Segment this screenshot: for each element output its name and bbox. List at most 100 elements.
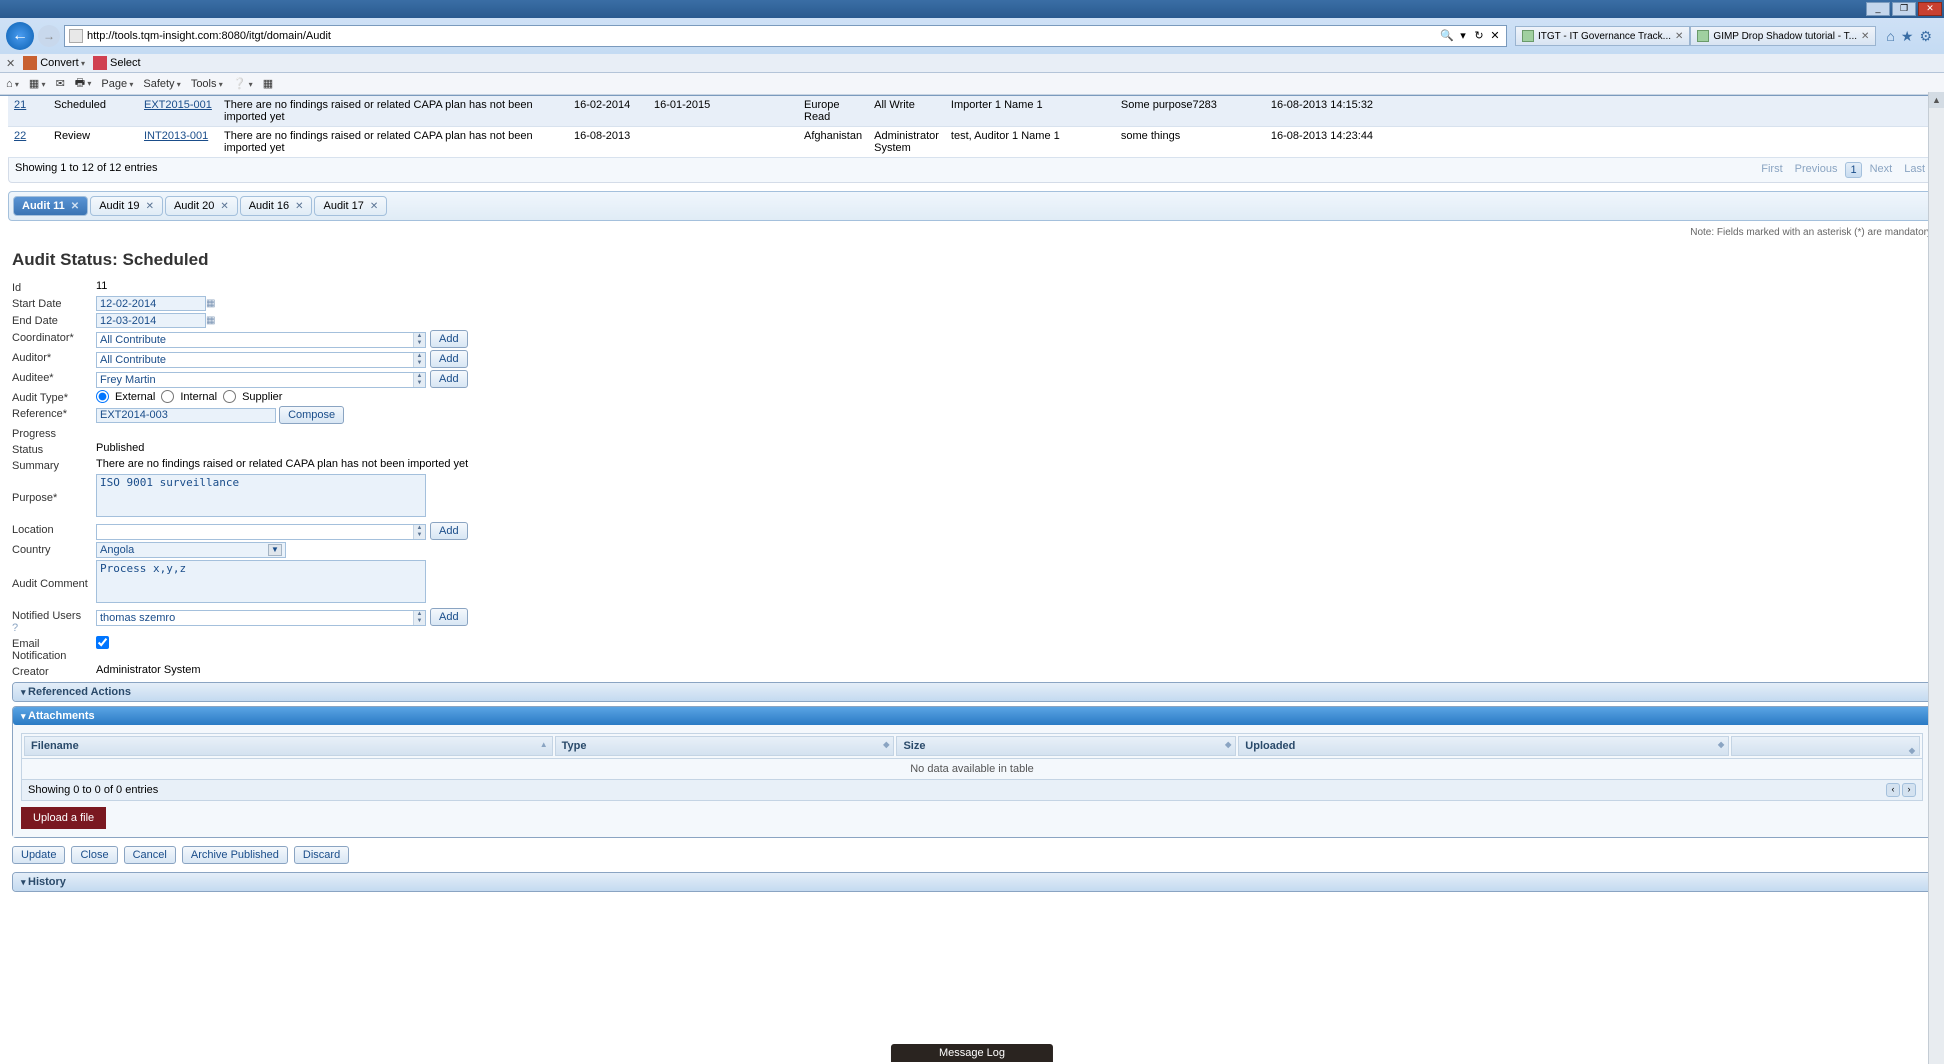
update-button[interactable]: Update bbox=[12, 846, 65, 864]
attachments-footer: Showing 0 to 0 of 0 entries ‹› bbox=[21, 780, 1923, 801]
browser-tab-itgt[interactable]: ITGT - IT Governance Track... ✕ bbox=[1515, 26, 1690, 46]
auditor-add-button[interactable]: Add bbox=[430, 350, 468, 368]
row-ref-link[interactable]: INT2013-001 bbox=[144, 130, 208, 142]
attachments-header[interactable]: Attachments bbox=[13, 707, 1931, 725]
row-role: Administrator System bbox=[868, 127, 945, 158]
pager-current[interactable]: 1 bbox=[1845, 162, 1861, 178]
cancel-button[interactable]: Cancel bbox=[124, 846, 176, 864]
col-uploaded[interactable]: Uploaded◆ bbox=[1238, 736, 1729, 756]
referenced-actions-header[interactable]: Referenced Actions bbox=[13, 683, 1931, 701]
tab-close-icon[interactable]: ✕ bbox=[220, 201, 228, 212]
convert-icon bbox=[23, 56, 37, 70]
col-filename[interactable]: Filename▲ bbox=[24, 736, 553, 756]
tab-close-icon[interactable]: ✕ bbox=[1675, 31, 1683, 42]
auditor-select[interactable]: All Contribute▲▼ bbox=[96, 352, 426, 368]
safety-menu[interactable]: Safety bbox=[143, 78, 180, 90]
window-minimize-button[interactable]: _ bbox=[1866, 2, 1890, 16]
close-button[interactable]: Close bbox=[71, 846, 117, 864]
refresh-icon[interactable]: ↻ bbox=[1472, 29, 1486, 43]
feeds-menu[interactable]: ▦ bbox=[29, 77, 46, 90]
calendar-icon[interactable]: ▦ bbox=[206, 315, 218, 327]
mail-icon[interactable]: ✉ bbox=[56, 77, 65, 90]
pager-last[interactable]: Last bbox=[1900, 162, 1929, 178]
back-button[interactable]: ← bbox=[6, 22, 34, 50]
reference-input[interactable] bbox=[96, 408, 276, 423]
upload-file-button[interactable]: Upload a file bbox=[21, 807, 106, 829]
dev-tools-icon[interactable]: ▦ bbox=[263, 77, 273, 90]
dropdown-icon[interactable]: ▾ bbox=[1456, 29, 1470, 43]
row-id-link[interactable]: 22 bbox=[14, 130, 26, 142]
archive-button[interactable]: Archive Published bbox=[182, 846, 288, 864]
tab-audit-19[interactable]: Audit 19✕ bbox=[90, 196, 163, 216]
tab-audit-20[interactable]: Audit 20✕ bbox=[165, 196, 238, 216]
page-menu[interactable]: Page bbox=[101, 78, 133, 90]
row-ref-link[interactable]: EXT2015-001 bbox=[144, 99, 212, 111]
notified-add-button[interactable]: Add bbox=[430, 608, 468, 626]
home-menu[interactable]: ⌂ bbox=[6, 78, 19, 90]
pdf-toolbar: ✕ Convert Select bbox=[0, 54, 1944, 73]
window-maximize-button[interactable]: ❐ bbox=[1892, 2, 1916, 16]
notified-select[interactable]: thomas szemro▲▼ bbox=[96, 610, 426, 626]
row-id-link[interactable]: 21 bbox=[14, 99, 26, 111]
home-icon[interactable]: ⌂ bbox=[1886, 28, 1894, 45]
country-select[interactable]: Angola▼ bbox=[96, 542, 286, 558]
settings-gear-icon[interactable]: ⚙ bbox=[1919, 28, 1932, 45]
location-select[interactable]: ▲▼ bbox=[96, 524, 426, 540]
message-log[interactable]: Message Log bbox=[891, 1044, 1053, 1062]
pager-next[interactable]: Next bbox=[1866, 162, 1897, 178]
tab-audit-11[interactable]: Audit 11✕ bbox=[13, 196, 88, 216]
tab-audit-17[interactable]: Audit 17✕ bbox=[314, 196, 387, 216]
col-size[interactable]: Size◆ bbox=[896, 736, 1236, 756]
start-date-input[interactable] bbox=[96, 296, 206, 311]
location-add-button[interactable]: Add bbox=[430, 522, 468, 540]
forward-button[interactable]: → bbox=[38, 25, 60, 47]
pager-first[interactable]: First bbox=[1757, 162, 1786, 178]
coordinator-add-button[interactable]: Add bbox=[430, 330, 468, 348]
type-internal-radio[interactable] bbox=[161, 390, 174, 403]
window-close-button[interactable]: ✕ bbox=[1918, 2, 1942, 16]
print-menu[interactable]: 🖶 bbox=[75, 74, 92, 93]
creator-label: Creator bbox=[12, 664, 90, 678]
compose-button[interactable]: Compose bbox=[279, 406, 344, 424]
email-checkbox[interactable] bbox=[96, 636, 109, 649]
pager-prev[interactable]: Previous bbox=[1791, 162, 1842, 178]
tab-close-icon[interactable]: ✕ bbox=[71, 201, 79, 212]
url-input[interactable] bbox=[87, 30, 1436, 42]
browser-tabs: ITGT - IT Governance Track... ✕ GIMP Dro… bbox=[1515, 26, 1876, 46]
coordinator-select[interactable]: All Contribute▲▼ bbox=[96, 332, 426, 348]
tab-close-icon[interactable]: ✕ bbox=[295, 201, 303, 212]
tab-close-icon[interactable]: ✕ bbox=[146, 201, 154, 212]
table-row[interactable]: 22 Review INT2013-001 There are no findi… bbox=[8, 127, 1936, 158]
calendar-icon[interactable]: ▦ bbox=[206, 298, 218, 310]
row-date1: 16-08-2013 bbox=[568, 127, 648, 158]
favorites-icon[interactable]: ★ bbox=[1901, 28, 1914, 45]
end-date-input[interactable] bbox=[96, 313, 206, 328]
att-next-icon[interactable]: › bbox=[1902, 783, 1916, 797]
tab-audit-16[interactable]: Audit 16✕ bbox=[240, 196, 313, 216]
search-icon[interactable]: 🔍 bbox=[1440, 29, 1454, 43]
history-header[interactable]: History bbox=[13, 873, 1931, 891]
auditee-add-button[interactable]: Add bbox=[430, 370, 468, 388]
purpose-textarea[interactable]: ISO 9001 surveillance bbox=[96, 474, 426, 517]
auditee-select[interactable]: Frey Martin▲▼ bbox=[96, 372, 426, 388]
scroll-up-icon[interactable]: ▲ bbox=[1929, 92, 1944, 108]
tab-close-icon[interactable]: ✕ bbox=[1861, 31, 1869, 42]
comment-textarea[interactable]: Process x,y,z bbox=[96, 560, 426, 603]
type-supplier-radio[interactable] bbox=[223, 390, 236, 403]
convert-button[interactable]: Convert bbox=[23, 56, 85, 70]
discard-button[interactable]: Discard bbox=[294, 846, 349, 864]
select-button[interactable]: Select bbox=[93, 56, 141, 70]
tools-menu[interactable]: Tools bbox=[191, 78, 223, 90]
help-icon[interactable]: ? bbox=[12, 622, 18, 634]
browser-tab-gimp[interactable]: GIMP Drop Shadow tutorial - T... ✕ bbox=[1690, 26, 1876, 46]
help-menu[interactable]: ❔ bbox=[233, 77, 253, 90]
table-row[interactable]: 21 Scheduled EXT2015-001 There are no fi… bbox=[8, 96, 1936, 127]
type-external-radio[interactable] bbox=[96, 390, 109, 403]
row-summary: There are no findings raised or related … bbox=[218, 127, 568, 158]
att-prev-icon[interactable]: ‹ bbox=[1886, 783, 1900, 797]
tab-close-icon[interactable]: ✕ bbox=[370, 201, 378, 212]
col-type[interactable]: Type◆ bbox=[555, 736, 895, 756]
toolbar-close-icon[interactable]: ✕ bbox=[6, 57, 15, 70]
vertical-scrollbar[interactable]: ▲ bbox=[1928, 92, 1944, 1064]
stop-icon[interactable]: ✕ bbox=[1488, 29, 1502, 43]
